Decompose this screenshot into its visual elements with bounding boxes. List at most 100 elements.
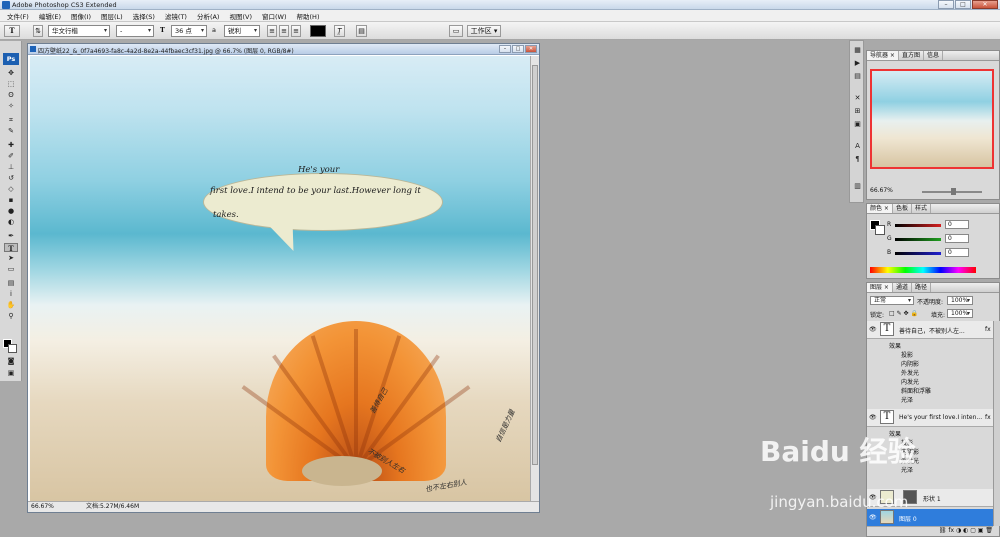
layer-item-selected[interactable]: 👁 图层 0 [867, 509, 993, 527]
navigator-zoom-knob[interactable] [951, 188, 956, 195]
character-panel-icon[interactable]: ▤ [356, 25, 367, 37]
anti-alias-select[interactable]: 锐利 [224, 25, 260, 37]
doc-maximize-button[interactable]: □ [512, 45, 524, 53]
tab-styles[interactable]: 样式 [912, 204, 931, 213]
tab-layers[interactable]: 图层 × [867, 283, 893, 292]
history-panel-icon[interactable]: ▦ [852, 45, 863, 55]
image-canvas[interactable]: He's your first love.I intend to be your… [30, 56, 530, 501]
doc-close-button[interactable]: ✕ [525, 45, 537, 53]
crop-tool-icon[interactable]: ⌗ [4, 116, 18, 125]
character-panel-icon[interactable]: A [852, 141, 863, 151]
close-button[interactable]: ✕ [972, 0, 998, 9]
menu-filter[interactable]: 滤镜(T) [160, 11, 192, 21]
vertical-scrollbar[interactable] [530, 56, 539, 501]
color-spectrum-bar[interactable] [870, 267, 976, 273]
layer-name[interactable]: 善待自己，不被别人左... [899, 326, 965, 335]
tool-presets-icon[interactable]: ▤ [852, 71, 863, 81]
navigator-zoom[interactable]: 66.67% [870, 187, 893, 194]
menu-file[interactable]: 文件(F) [2, 11, 34, 21]
channel-b-slider[interactable] [895, 252, 941, 255]
channel-g-slider[interactable] [895, 238, 941, 241]
shape-tool-icon[interactable]: ▭ [4, 265, 18, 274]
tab-channels[interactable]: 通道 [893, 283, 912, 292]
effects-label[interactable]: 效果 [889, 341, 901, 350]
menu-view[interactable]: 视图(V) [224, 11, 257, 21]
clone-stamp-icon[interactable]: ⊥ [4, 163, 18, 172]
effect-item[interactable]: 光泽 [901, 395, 913, 404]
align-left-icon[interactable]: ≡ [267, 25, 277, 37]
channel-r-slider[interactable] [895, 224, 941, 227]
move-tool-icon[interactable]: ✥ [4, 69, 18, 78]
eraser-tool-icon[interactable]: ◇ [4, 185, 18, 194]
gradient-tool-icon[interactable]: ▪ [4, 196, 18, 205]
lock-icons[interactable]: □ ✎ ✥ 🔒 [889, 310, 918, 317]
zoom-tool-icon[interactable]: ⚲ [4, 312, 18, 321]
brush-tool-icon[interactable]: ✐ [4, 152, 18, 161]
navigator-thumbnail[interactable] [870, 69, 994, 169]
effect-item[interactable]: 投影 [901, 350, 913, 359]
layer-item[interactable]: 👁 T He's your first love.I inten... fx [867, 409, 993, 427]
background-color-swatch[interactable] [8, 344, 17, 353]
hand-tool-icon[interactable]: ✋ [4, 301, 18, 310]
tab-paths[interactable]: 路径 [912, 283, 931, 292]
effect-item[interactable]: 斜面和浮雕 [901, 386, 931, 395]
blend-mode-select[interactable]: 正常 [870, 296, 914, 305]
doc-minimize-button[interactable]: – [499, 45, 511, 53]
layers-footer-buttons[interactable]: ⛓ fx ◑ ◐ ▢ ▣ 🗑 [867, 527, 999, 536]
maximize-button[interactable]: □ [955, 0, 971, 9]
notes-tool-icon[interactable]: ▤ [4, 279, 18, 288]
workspace-button[interactable]: 工作区 ▾ [467, 25, 501, 37]
screen-mode-icon[interactable]: ▣ [4, 369, 18, 378]
tab-navigator[interactable]: 导航器 × [867, 51, 899, 60]
font-size-select[interactable]: 36 点 [171, 25, 207, 37]
menu-image[interactable]: 图像(I) [66, 11, 96, 21]
layers-scrollbar[interactable] [993, 321, 1000, 526]
tab-swatches[interactable]: 色板 [893, 204, 912, 213]
tab-color[interactable]: 颜色 × [867, 204, 893, 213]
opacity-input[interactable]: 100% [947, 296, 973, 305]
actions-panel-icon[interactable]: ▶ [852, 58, 863, 68]
pen-tool-icon[interactable]: ✒ [4, 232, 18, 241]
dodge-tool-icon[interactable]: ◐ [4, 218, 18, 227]
menu-window[interactable]: 窗口(W) [257, 11, 292, 21]
type-tool-icon[interactable]: T [4, 243, 18, 253]
font-style-select[interactable]: - [116, 25, 154, 37]
brushes-panel-icon[interactable]: ✕ [852, 93, 863, 103]
menu-help[interactable]: 帮助(H) [292, 11, 325, 21]
magic-wand-icon[interactable]: ✧ [4, 102, 18, 111]
layer-comps-icon[interactable]: ▣ [852, 119, 863, 129]
effect-item[interactable]: 内阴影 [901, 359, 919, 368]
zoom-level[interactable]: 66.67% [31, 502, 54, 512]
slice-tool-icon[interactable]: ✎ [4, 127, 18, 136]
path-selection-icon[interactable]: ➤ [4, 254, 18, 263]
align-center-icon[interactable]: ≡ [279, 25, 289, 37]
info-panel-icon[interactable]: ▥ [852, 181, 863, 191]
paragraph-panel-icon[interactable]: ¶ [852, 154, 863, 164]
menu-analysis[interactable]: 分析(A) [192, 11, 225, 21]
layer-name[interactable]: 图层 0 [899, 514, 917, 523]
tab-histogram[interactable]: 直方图 [899, 51, 924, 60]
fill-input[interactable]: 100% [947, 309, 973, 318]
layer-name[interactable]: He's your first love.I inten... [899, 414, 982, 421]
layer-name[interactable]: 形状 1 [923, 494, 941, 503]
color-background-swatch[interactable] [875, 225, 885, 235]
menu-edit[interactable]: 编辑(E) [34, 11, 66, 21]
healing-brush-icon[interactable]: ✚ [4, 141, 18, 150]
channel-r-value[interactable]: 0 [945, 220, 969, 229]
visibility-eye-icon[interactable]: 👁 [869, 514, 877, 521]
visibility-eye-icon[interactable]: 👁 [869, 414, 877, 421]
text-color-swatch[interactable] [310, 25, 326, 37]
layer-item[interactable]: 👁 T 善待自己，不被别人左... fx [867, 321, 993, 339]
channel-g-value[interactable]: 0 [945, 234, 969, 243]
history-brush-icon[interactable]: ↺ [4, 174, 18, 183]
clone-source-icon[interactable]: ⊞ [852, 106, 863, 116]
warp-text-icon[interactable]: T̰ [334, 25, 345, 37]
lasso-tool-icon[interactable]: ʘ [4, 91, 18, 100]
bridge-icon[interactable]: ▭ [449, 25, 463, 37]
eyedropper-icon[interactable]: ⅰ [4, 290, 18, 299]
tab-info[interactable]: 信息 [924, 51, 943, 60]
type-tool-preset[interactable]: T [4, 25, 20, 37]
menu-layer[interactable]: 图层(L) [96, 11, 128, 21]
effect-item[interactable]: 外发光 [901, 368, 919, 377]
minimize-button[interactable]: – [938, 0, 954, 9]
